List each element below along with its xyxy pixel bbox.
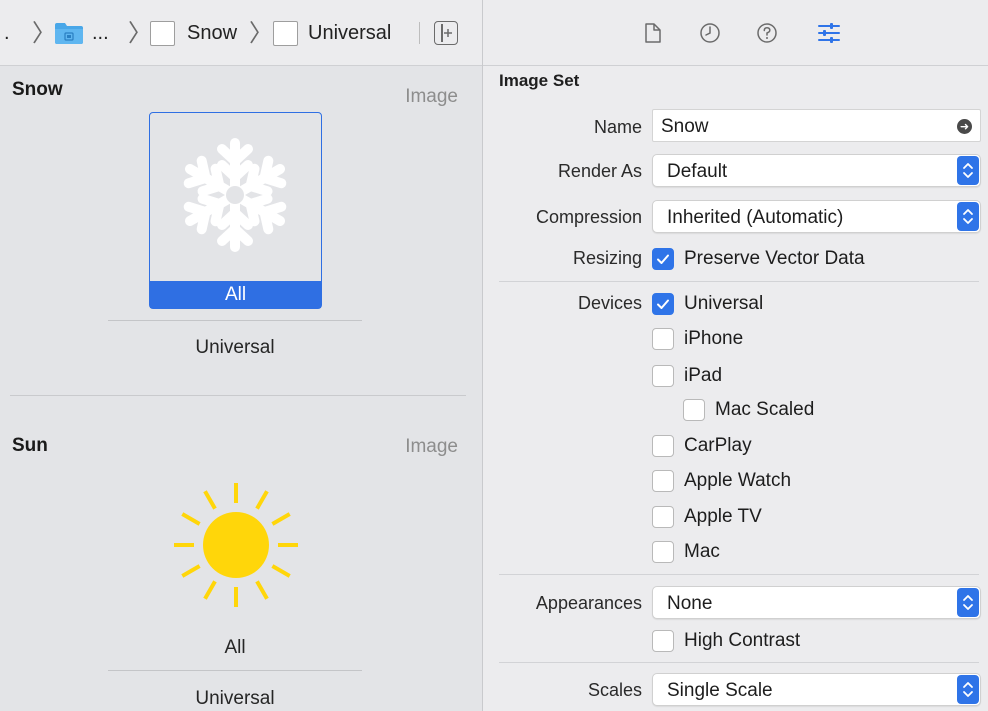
image-set-icon <box>150 20 175 46</box>
popup-stepper-icon <box>957 675 979 704</box>
set-title: Snow <box>12 79 63 100</box>
history-inspector-icon[interactable] <box>698 21 722 45</box>
appearances-popup[interactable]: None <box>652 586 981 619</box>
device-checkbox-universal[interactable]: Universal <box>652 292 763 316</box>
popup-stepper-icon <box>957 156 979 185</box>
file-inspector-icon[interactable] <box>641 21 665 45</box>
scales-label: Scales <box>587 680 642 700</box>
arrow-right-circle-icon[interactable]: ➜ <box>957 119 972 134</box>
inspector-toolbar <box>483 0 988 66</box>
breadcrumb-item-universal[interactable]: Universal <box>273 20 391 46</box>
device-checkbox-ipad[interactable]: iPad <box>652 364 722 388</box>
breadcrumb-item-snow[interactable]: Snow <box>150 20 237 46</box>
breadcrumb-separator: 〉 <box>128 19 152 47</box>
device-checkbox-iphone[interactable]: iPhone <box>652 327 743 351</box>
device-checkbox-mac-scaled[interactable]: Mac Scaled <box>683 398 814 422</box>
popup-stepper-icon <box>957 588 979 617</box>
name-value: Snow <box>661 116 709 137</box>
snowflake-icon <box>180 138 290 255</box>
popup-stepper-icon <box>957 202 979 231</box>
breadcrumb: . 〉 ... 〉 Snow 〉 Universal <box>0 0 482 66</box>
preserve-vector-data-checkbox[interactable]: Preserve Vector Data <box>652 247 865 271</box>
high-contrast-checkbox[interactable]: High Contrast <box>652 629 800 653</box>
set-kind: Image <box>405 436 458 457</box>
appearances-label: Appearances <box>535 593 642 613</box>
breadcrumb-separator: 〉 <box>32 19 56 47</box>
plus-icon <box>443 28 452 37</box>
breadcrumb-ellipsis: ... <box>92 21 109 44</box>
quick-help-icon[interactable] <box>755 21 779 45</box>
group-rule <box>108 320 362 321</box>
device-checkbox-apple-tv[interactable]: Apple TV <box>652 505 762 529</box>
group-label: Universal <box>195 337 275 358</box>
add-variant-button[interactable] <box>434 21 458 45</box>
breadcrumb-truncation: . <box>4 21 10 44</box>
devices-label: Devices <box>577 293 642 313</box>
compression-popup[interactable]: Inherited (Automatic) <box>652 200 981 233</box>
name-label: Name <box>593 117 642 137</box>
breadcrumb-item-folder[interactable]: ... <box>54 21 109 45</box>
render-as-label: Render As <box>557 161 642 181</box>
asset-editor-pane: . 〉 ... 〉 Snow 〉 Universal Snow Image Al… <box>0 0 482 711</box>
render-as-popup[interactable]: Default <box>652 154 981 187</box>
well-label: All <box>224 637 246 658</box>
name-field[interactable]: Snow ➜ <box>652 109 981 142</box>
breadcrumb-separator: 〉 <box>249 19 273 47</box>
sun-icon <box>174 483 298 607</box>
attributes-inspector-icon[interactable] <box>817 21 841 45</box>
device-checkbox-apple-watch[interactable]: Apple Watch <box>652 469 791 493</box>
breadcrumb-leading: . <box>4 21 10 45</box>
attributes-inspector: Image Set Name Snow ➜ Render As Default … <box>482 0 988 711</box>
image-well-selected[interactable]: All <box>149 112 322 309</box>
group-label: Universal <box>195 688 275 709</box>
section-divider <box>499 574 979 575</box>
device-checkbox-mac[interactable]: Mac <box>652 540 720 564</box>
breadcrumb-divider <box>419 22 420 44</box>
section-divider <box>499 281 979 282</box>
section-divider <box>499 662 979 663</box>
folder-icon <box>55 23 83 44</box>
group-rule <box>108 670 362 671</box>
inspector-section-title: Image Set <box>499 71 580 90</box>
set-kind: Image <box>405 86 458 107</box>
set-title: Sun <box>12 435 48 456</box>
compression-label: Compression <box>535 207 642 227</box>
image-slot-icon <box>273 20 298 46</box>
checkmark-icon <box>652 293 674 315</box>
checkmark-icon <box>652 248 674 270</box>
resizing-label: Resizing <box>572 248 642 268</box>
well-label: All <box>150 281 321 308</box>
scales-popup[interactable]: Single Scale <box>652 673 981 706</box>
device-checkbox-carplay[interactable]: CarPlay <box>652 434 752 458</box>
image-well[interactable] <box>149 470 322 630</box>
